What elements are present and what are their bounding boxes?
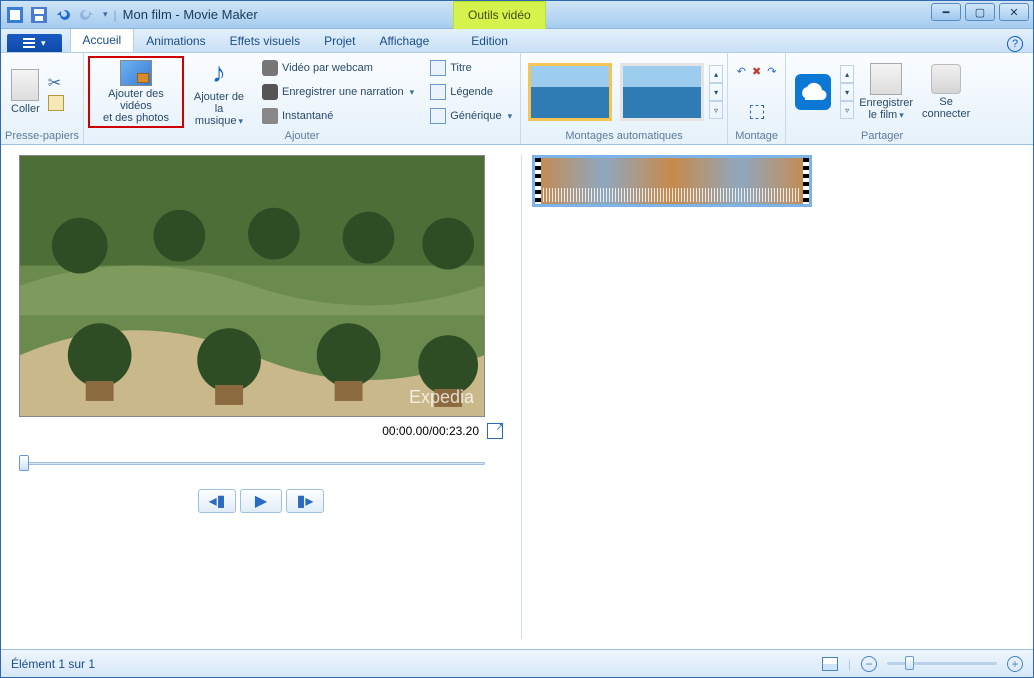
audio-waveform <box>543 188 801 202</box>
add-music-button[interactable]: ♪ Ajouter de la musique▾ <box>186 56 252 128</box>
timeline-clip[interactable] <box>532 155 812 207</box>
tab-effets-visuels[interactable]: Effets visuels <box>218 30 312 52</box>
share-gallery-icon[interactable]: ▿ <box>840 101 854 119</box>
tab-edition[interactable]: Edition <box>459 30 520 52</box>
redo-icon[interactable] <box>79 7 95 23</box>
tab-accueil[interactable]: Accueil <box>70 28 135 52</box>
tab-projet[interactable]: Projet <box>312 30 367 52</box>
app-icon <box>7 7 23 23</box>
group-ajouter: Ajouter des vidéos et des photos ♪ Ajout… <box>84 53 521 144</box>
thumbnails-view-icon[interactable] <box>822 657 838 671</box>
fullscreen-icon[interactable]: ↗ <box>487 423 503 439</box>
title-icon <box>430 60 446 76</box>
timecode: 00:00.00/00:23.20 <box>382 424 479 438</box>
paste-button[interactable]: Coller <box>5 56 46 128</box>
autotheme-1[interactable] <box>528 63 612 121</box>
undo-icon[interactable] <box>55 7 71 23</box>
zoom-slider-thumb[interactable] <box>905 656 914 670</box>
tab-affichage[interactable]: Affichage <box>367 30 441 52</box>
playback-slider[interactable] <box>19 455 485 471</box>
caption-icon <box>430 84 446 100</box>
prev-frame-button[interactable]: ◂▮ <box>198 489 236 513</box>
webcam-icon <box>262 60 278 76</box>
next-frame-button[interactable]: ▮▸ <box>286 489 324 513</box>
zoom-in-button[interactable]: + <box>1007 656 1023 672</box>
snapshot-button[interactable]: Instantané <box>258 105 418 127</box>
autotheme-2[interactable] <box>620 63 704 121</box>
titlebar: ▾ | Mon film - Movie Maker Outils vidéo … <box>1 1 1033 29</box>
photo-video-icon <box>120 60 152 86</box>
video-preview[interactable]: Expedia <box>19 155 485 417</box>
film-reel-icon <box>870 63 902 95</box>
copy-icon[interactable] <box>48 95 64 111</box>
ribbon-tabs: ▾ Accueil Animations Effets visuels Proj… <box>1 29 1033 53</box>
minimize-button[interactable]: ━ <box>931 3 961 21</box>
cut-icon[interactable]: ✂ <box>48 73 64 93</box>
qat-dropdown-icon[interactable]: ▾ <box>103 9 108 20</box>
ribbon: Coller ✂ Presse-papiers Ajouter des vidé… <box>1 53 1033 145</box>
group-presse-papiers: Coller ✂ Presse-papiers <box>1 53 84 144</box>
cloud-icon <box>795 74 831 110</box>
close-button[interactable]: ✕ <box>999 3 1029 21</box>
context-tab-video-tools[interactable]: Outils vidéo <box>453 1 546 29</box>
theme-gallery-icon[interactable]: ▿ <box>709 101 723 119</box>
camera-icon <box>262 108 278 124</box>
file-menu[interactable]: ▾ <box>7 34 62 52</box>
main-area: Expedia 00:00.00/00:23.20 ↗ ◂▮ ▶ ▮▸ <box>1 145 1033 649</box>
clipboard-icon <box>11 69 39 101</box>
theme-scroll-up-icon[interactable]: ▴ <box>709 65 723 83</box>
select-all-icon[interactable] <box>750 105 764 119</box>
credits-icon <box>430 108 446 124</box>
record-narration-button[interactable]: Enregistrer une narration▾ <box>258 81 418 103</box>
microphone-icon <box>262 84 278 100</box>
watermark: Expedia <box>409 387 474 408</box>
status-bar: Élément 1 sur 1 | − + <box>1 649 1033 677</box>
credits-button[interactable]: Générique▾ <box>426 105 516 127</box>
maximize-button[interactable]: ▢ <box>965 3 995 21</box>
quick-access-toolbar: ▾ <box>1 7 114 23</box>
title-button[interactable]: Titre <box>426 57 516 79</box>
preview-image <box>20 156 484 417</box>
group-montages-auto: ▴ ▾ ▿ Montages automatiques <box>521 53 728 144</box>
slider-thumb[interactable] <box>19 455 29 471</box>
help-icon[interactable]: ? <box>1007 36 1023 52</box>
save-movie-button[interactable]: Enregistrer le film▾ <box>856 56 916 128</box>
share-scroll-up-icon[interactable]: ▴ <box>840 65 854 83</box>
music-note-icon: ♪ <box>203 57 235 89</box>
add-videos-photos-button[interactable]: Ajouter des vidéos et des photos <box>88 56 184 128</box>
onedrive-button[interactable] <box>790 56 836 128</box>
share-scroll-down-icon[interactable]: ▾ <box>840 83 854 101</box>
window-title: Mon film - Movie Maker <box>123 7 258 22</box>
zoom-slider[interactable] <box>887 662 997 665</box>
timeline-pane[interactable] <box>522 145 1033 649</box>
user-icon <box>931 64 961 94</box>
preview-pane: Expedia 00:00.00/00:23.20 ↗ ◂▮ ▶ ▮▸ <box>1 145 521 649</box>
zoom-out-button[interactable]: − <box>861 656 877 672</box>
caption-button[interactable]: Légende <box>426 81 516 103</box>
save-icon[interactable] <box>31 7 47 23</box>
theme-scroll-down-icon[interactable]: ▾ <box>709 83 723 101</box>
sign-in-button[interactable]: Se connecter <box>918 56 974 128</box>
status-text: Élément 1 sur 1 <box>11 657 95 671</box>
rotate-left-icon[interactable]: ↶ <box>737 65 746 78</box>
tab-animations[interactable]: Animations <box>134 30 217 52</box>
rotate-right-icon[interactable]: ↷ <box>767 65 776 78</box>
play-button[interactable]: ▶ <box>240 489 282 513</box>
group-montage: ↶ ✖ ↷ Montage <box>728 53 786 144</box>
delete-icon[interactable]: ✖ <box>752 65 761 78</box>
webcam-video-button[interactable]: Vidéo par webcam <box>258 57 418 79</box>
group-partager: ▴ ▾ ▿ Enregistrer le film▾ Se connecter … <box>786 53 978 144</box>
